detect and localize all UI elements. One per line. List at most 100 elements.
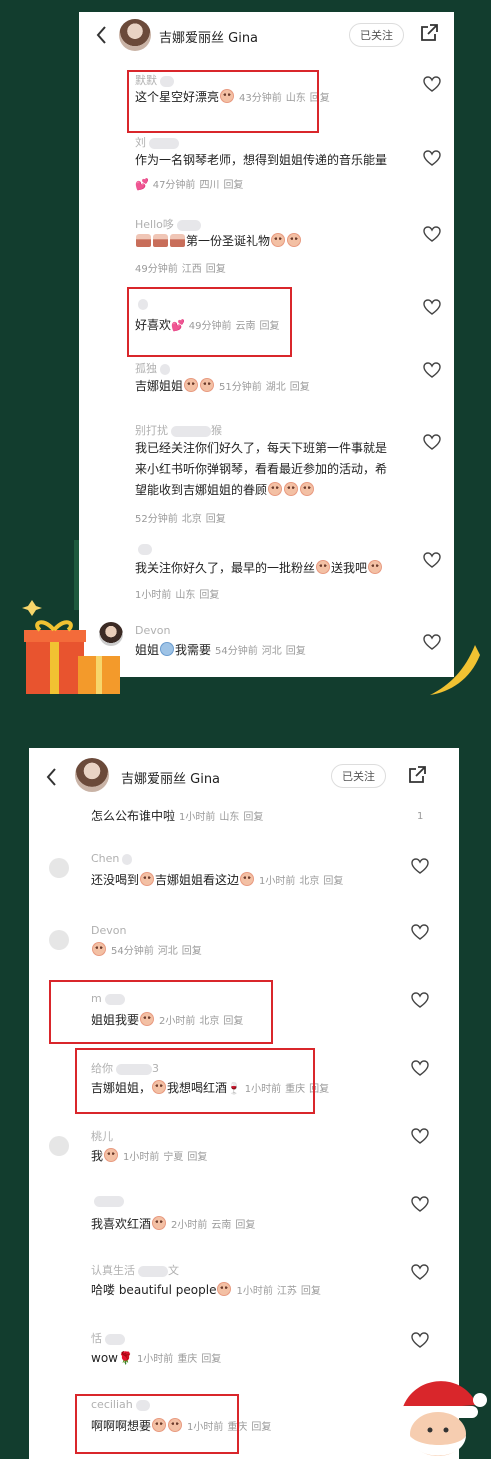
heart-emoji-icon: 💕 [135,178,149,191]
reply-link[interactable]: 回复 [235,1220,255,1231]
like-heart-icon[interactable] [423,434,441,450]
cake-emoji-icon [153,234,168,247]
share-icon[interactable] [419,23,439,43]
comment-username: Hello哆 [135,216,201,232]
comment-username: Devon [91,924,127,937]
comment-username: Chen [91,852,133,865]
comment-text: 来小红书听你弹钢琴，看看最近参加的活动，希 [135,462,388,476]
comment-text: 我已经关注你们好久了，每天下班第一件事就是 [135,441,388,455]
reply-link[interactable]: 回复 [187,1152,207,1163]
comments-panel-2: 吉娜爱丽丝 Gina 已关注 怎么公布谁中啦 1小时前 山东 回复 1 Chen 还没… [29,748,459,1459]
profile-header: 吉娜爱丽丝 Gina 已关注 [29,748,459,806]
emoji-icon [160,642,175,656]
comment-text: 我 1小时前 宁夏 回复 [91,1148,208,1163]
comment-text: 吉娜姐姐 51分钟前 湖北 回复 [135,378,310,393]
reply-link[interactable]: 回复 [243,812,263,823]
like-heart-icon[interactable] [423,150,441,166]
like-heart-icon[interactable] [411,1128,429,1144]
comment-text: 作为一名钢琴老师，想得到姐姐传递的音乐能量 [135,153,388,167]
reply-link[interactable]: 回复 [182,946,202,957]
like-heart-icon[interactable] [423,552,441,568]
comment-username: 恬 [91,1330,125,1346]
emoji-icon [300,482,315,496]
follow-button[interactable]: 已关注 [349,23,404,47]
reply-link[interactable]: 回复 [201,1354,221,1365]
comments-panel-1: 吉娜爱丽丝 Gina 已关注 默默 这个星空好漂亮 43分钟前 山东 回复 刘 作为一… [79,12,454,677]
profile-name: 吉娜爱丽丝 Gina [121,772,221,787]
emoji-icon [217,1282,232,1296]
like-heart-icon[interactable] [411,924,429,940]
comment-text: 我关注你好久了，最早的一批粉丝 送我吧 [135,558,383,579]
emoji-icon [368,560,383,574]
comment-username: 认真生活文 [91,1264,179,1277]
comment-username [135,542,152,555]
like-heart-icon[interactable] [423,299,441,315]
comment-text: 还没喝到 吉娜姐姐看这边 1小时前 北京 回复 [91,872,344,887]
reply-link[interactable]: 回复 [251,1422,271,1433]
comment-meta: 49分钟前 江西 回复 [135,264,226,275]
reply-link[interactable]: 回复 [286,646,306,657]
decor-gold-swoosh [430,645,480,695]
comment-avatar[interactable] [49,858,69,878]
emoji-icon [92,942,106,956]
rose-icon: 🌹 [117,1351,133,1365]
highlight-box [127,70,319,133]
gift-box-icon [22,600,120,694]
reply-link[interactable]: 回复 [199,590,219,601]
comment-text: 54分钟前 河北 回复 [91,940,202,962]
emoji-icon [140,872,155,886]
like-heart-icon[interactable] [411,1060,429,1076]
comment-avatar[interactable] [49,930,69,950]
reply-link[interactable]: 回复 [223,180,243,191]
like-heart-icon[interactable] [411,1196,429,1212]
avatar[interactable] [119,19,151,51]
share-icon[interactable] [407,765,427,785]
like-heart-icon[interactable] [411,858,429,874]
reply-link[interactable]: 回复 [290,382,310,393]
profile-header: 吉娜爱丽丝 Gina 已关注 [79,12,454,58]
like-heart-icon[interactable] [411,992,429,1008]
highlight-box [127,287,292,357]
emoji-icon [268,482,283,496]
reply-link[interactable]: 回复 [301,1286,321,1297]
comment-username: 孤独 [135,360,170,376]
like-count: 1 [417,811,424,822]
like-heart-icon[interactable] [411,1332,429,1348]
emoji-icon [184,378,199,392]
back-arrow-icon[interactable] [43,766,61,788]
comment-username: 别打扰猴 [135,424,222,437]
reply-link[interactable]: 回复 [206,514,226,525]
comment-text: 望能收到吉娜姐姐的眷顾 [135,480,315,501]
back-arrow-icon[interactable] [93,24,111,46]
comment-username: 刘 [135,134,179,150]
cake-emoji-icon [170,234,185,247]
avatar[interactable] [75,758,109,792]
follow-button[interactable]: 已关注 [331,764,386,788]
emoji-icon [152,1216,167,1230]
comment-text: wow🌹 1小时前 重庆 回复 [91,1351,222,1365]
comment-meta: 💕 47分钟前 四川 回复 [135,178,244,191]
emoji-icon [284,482,299,496]
profile-name: 吉娜爱丽丝 Gina [159,31,259,46]
emoji-icon [316,560,331,574]
reply-link[interactable]: 回复 [323,876,343,887]
emoji-icon [200,378,215,392]
comment-text: 怎么公布谁中啦 1小时前 山东 回复 [91,809,264,823]
like-heart-icon[interactable] [423,226,441,242]
emoji-icon [240,872,255,886]
comment-avatar[interactable] [49,1136,69,1156]
comment-username: Devon [135,624,171,637]
highlight-box [75,1394,239,1454]
santa-icon [398,1381,487,1456]
reply-link[interactable]: 回复 [206,264,226,275]
comment-text: 姐姐 我需要 54分钟前 河北 回复 [135,642,306,657]
emoji-icon [287,233,302,247]
like-heart-icon[interactable] [423,76,441,92]
comment-meta: 52分钟前 北京 回复 [135,514,226,525]
highlight-box [49,980,273,1044]
like-heart-icon[interactable] [423,362,441,378]
comment-text: 我喜欢红酒 2小时前 云南 回复 [91,1216,256,1231]
comment-meta: 1小时前 山东 回复 [135,590,220,601]
comment-text: 哈喽 beautiful people 1小时前 江苏 回复 [91,1282,321,1297]
like-heart-icon[interactable] [411,1264,429,1280]
